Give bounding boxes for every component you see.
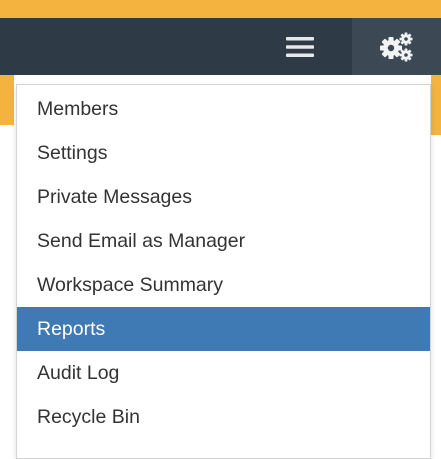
menu-item-reports[interactable]: Reports <box>17 307 430 351</box>
top-navbar <box>0 18 441 75</box>
right-accent-bar <box>431 75 441 135</box>
settings-gears-button[interactable] <box>352 18 441 75</box>
menu-item-members[interactable]: Members <box>17 87 430 131</box>
dropdown-menu-list: Members Settings Private Messages Send E… <box>17 85 430 439</box>
menu-item-workspace-summary[interactable]: Workspace Summary <box>17 263 430 307</box>
menu-item-settings[interactable]: Settings <box>17 131 430 175</box>
hamburger-menu-button[interactable] <box>275 29 325 65</box>
page: Members Settings Private Messages Send E… <box>0 0 441 459</box>
gears-icon <box>379 32 412 61</box>
menu-item-recycle-bin[interactable]: Recycle Bin <box>17 395 430 439</box>
menu-item-send-email-as-manager[interactable]: Send Email as Manager <box>17 219 430 263</box>
hamburger-menu-icon <box>286 37 314 57</box>
menu-item-private-messages[interactable]: Private Messages <box>17 175 430 219</box>
settings-dropdown-menu: Members Settings Private Messages Send E… <box>16 84 431 459</box>
left-accent-bar <box>0 75 14 125</box>
top-accent-strip <box>0 0 441 18</box>
menu-item-audit-log[interactable]: Audit Log <box>17 351 430 395</box>
